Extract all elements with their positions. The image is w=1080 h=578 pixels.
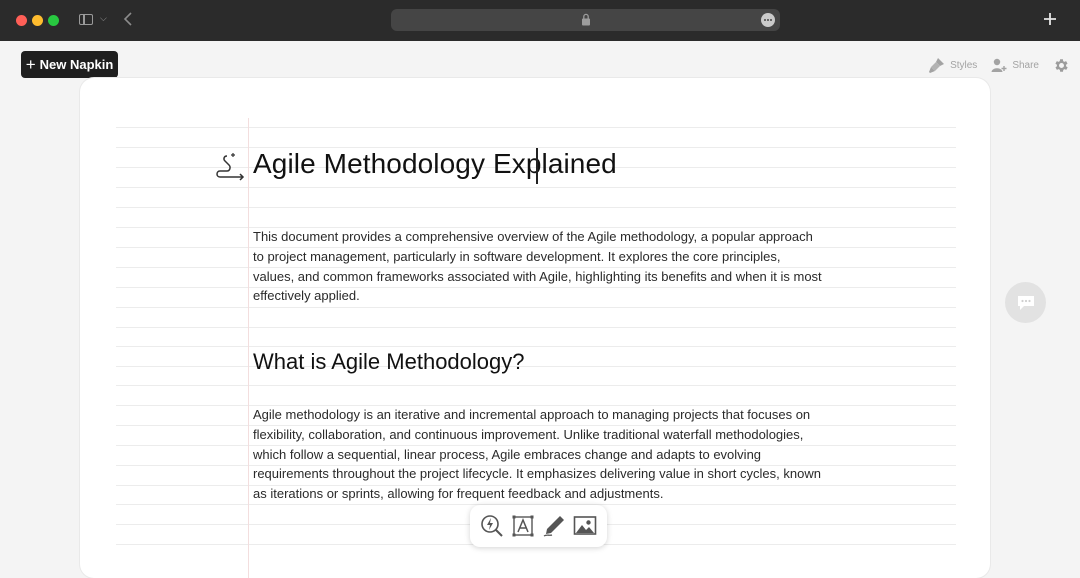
lightning-search-icon: [480, 515, 503, 537]
lock-icon: [582, 13, 590, 26]
browser-chrome: ⌵: [0, 0, 1080, 41]
image-icon: [574, 516, 597, 535]
plus-icon: +: [25, 55, 36, 74]
text-caret: [536, 148, 538, 184]
notebook-rule: [116, 385, 956, 386]
gear-icon[interactable]: [1053, 57, 1070, 74]
new-napkin-button[interactable]: + New Napkin: [21, 51, 118, 78]
margin-line: [248, 118, 249, 578]
insert-toolbar: [470, 505, 607, 547]
text-box-icon: [512, 515, 534, 537]
styles-brush-icon: [929, 57, 945, 73]
intro-paragraph[interactable]: This document provides a comprehensive o…: [253, 227, 823, 306]
back-chevron-icon[interactable]: [121, 9, 135, 29]
draw-button[interactable]: [541, 513, 567, 539]
insert-image-button[interactable]: [572, 513, 598, 539]
document-title[interactable]: Agile Methodology Explained: [253, 148, 617, 180]
text-box-button[interactable]: [510, 513, 536, 539]
document-canvas[interactable]: Agile Methodology Explained This documen…: [80, 78, 990, 578]
close-window-button[interactable]: [16, 15, 27, 26]
new-napkin-label: New Napkin: [39, 57, 114, 72]
comment-button[interactable]: [1005, 282, 1046, 323]
top-right-actions: Styles Share: [928, 54, 1070, 76]
share-label: Share: [1012, 59, 1039, 71]
zoom-window-button[interactable]: [48, 15, 59, 26]
minimize-window-button[interactable]: [32, 15, 43, 26]
share-user-icon: [991, 58, 1007, 72]
notebook-rule: [116, 346, 956, 347]
section-heading[interactable]: What is Agile Methodology?: [253, 349, 525, 375]
section-paragraph[interactable]: Agile methodology is an iterative and in…: [253, 405, 823, 504]
sparkle-generate-icon[interactable]: [213, 150, 247, 184]
address-bar[interactable]: [391, 9, 780, 31]
sidebar-toggle-icon[interactable]: [79, 14, 93, 25]
more-options-icon[interactable]: [761, 13, 775, 27]
chevron-down-icon[interactable]: ⌵: [100, 13, 107, 24]
pen-icon: [543, 516, 565, 537]
new-tab-icon[interactable]: [1042, 11, 1058, 27]
styles-label: Styles: [950, 59, 978, 71]
notebook-rule: [116, 187, 956, 188]
notebook-rule: [116, 366, 956, 367]
notebook-rule: [116, 327, 956, 328]
notebook-rule: [116, 307, 956, 308]
generate-visual-button[interactable]: [479, 513, 505, 539]
notebook-rule: [116, 207, 956, 208]
styles-button[interactable]: Styles: [928, 57, 977, 74]
comment-icon: [1017, 295, 1034, 310]
share-button[interactable]: Share: [991, 57, 1039, 73]
notebook-rule: [116, 127, 956, 128]
